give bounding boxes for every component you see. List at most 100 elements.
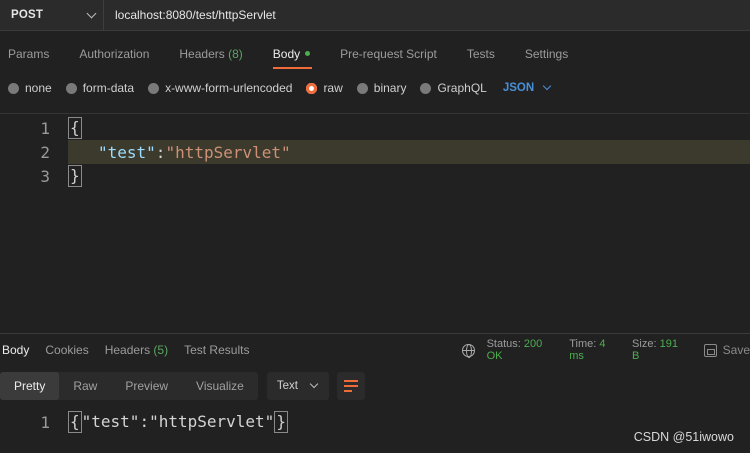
editor-line: 2 "test":"httpServlet" bbox=[0, 140, 750, 164]
code-text: {"test":"httpServlet"} bbox=[68, 411, 288, 433]
tab-label: Authorization bbox=[79, 47, 150, 61]
status-info[interactable]: Status: 200 OK bbox=[487, 338, 559, 362]
time-info[interactable]: Time: 4 ms bbox=[569, 338, 621, 362]
tab-label: Test Results bbox=[184, 343, 250, 357]
json-key: "test" bbox=[98, 142, 156, 162]
response-tabs: Body Cookies Headers (5) Test Results bbox=[0, 340, 263, 360]
view-preview-button[interactable]: Preview bbox=[111, 372, 182, 400]
radio-icon bbox=[420, 82, 432, 94]
method-select[interactable]: POST bbox=[0, 0, 104, 31]
response-tab-test-results[interactable]: Test Results bbox=[184, 343, 249, 357]
wrap-icon bbox=[343, 390, 352, 392]
radio-label: form-data bbox=[82, 81, 135, 95]
tab-headers[interactable]: Headers (8) bbox=[179, 38, 242, 70]
status-label: Status: bbox=[486, 338, 521, 350]
tab-label: Cookies bbox=[45, 343, 89, 357]
radio-none[interactable]: none bbox=[8, 81, 52, 95]
radio-raw[interactable]: raw bbox=[306, 81, 343, 95]
response-format-bar: Pretty Raw Preview Visualize Text bbox=[0, 372, 365, 400]
json-colon: : bbox=[155, 142, 166, 162]
json-colon: : bbox=[139, 412, 150, 431]
response-tab-body[interactable]: Body bbox=[2, 343, 29, 357]
tab-label: Params bbox=[8, 47, 50, 61]
view-visualize-button[interactable]: Visualize bbox=[182, 372, 258, 400]
headers-count: (5) bbox=[153, 343, 169, 357]
wrap-icon bbox=[343, 380, 358, 382]
response-divider bbox=[0, 333, 750, 334]
time-label: Time: bbox=[569, 338, 597, 350]
code-text: } bbox=[68, 165, 82, 187]
line-number: 1 bbox=[40, 118, 50, 138]
view-pretty-button[interactable]: Pretty bbox=[0, 372, 60, 400]
radio-form-data[interactable]: form-data bbox=[65, 81, 135, 95]
response-tab-headers[interactable]: Headers (5) bbox=[105, 343, 168, 357]
tab-label: Headers bbox=[179, 47, 225, 61]
format-label: JSON bbox=[502, 82, 535, 94]
url-bar: POST localhost:8080/test/httpServlet bbox=[0, 0, 750, 31]
code-text: "test":"httpServlet" bbox=[98, 143, 291, 162]
radio-icon bbox=[148, 82, 160, 94]
view-raw-button[interactable]: Raw bbox=[59, 372, 111, 400]
editor-line: 3 } bbox=[0, 164, 750, 188]
response-body[interactable]: 1 {"test":"httpServlet"} bbox=[0, 410, 400, 434]
format-select[interactable]: JSON bbox=[502, 81, 552, 94]
size-info[interactable]: Size: 191 B bbox=[632, 338, 686, 362]
response-type-label: Text bbox=[276, 380, 298, 392]
tab-settings[interactable]: Settings bbox=[525, 38, 568, 70]
method-label: POST bbox=[11, 9, 44, 21]
close-brace: } bbox=[68, 165, 82, 187]
tab-label: Headers bbox=[104, 343, 151, 357]
tab-tests[interactable]: Tests bbox=[467, 38, 495, 70]
json-value: "httpServlet" bbox=[149, 412, 275, 431]
editor-line: 1 { bbox=[0, 116, 750, 140]
request-tabs: Params Authorization Headers (8) Body Pr… bbox=[0, 38, 590, 70]
radio-label: GraphQL bbox=[437, 81, 487, 95]
globe-icon[interactable] bbox=[462, 343, 475, 358]
open-brace: { bbox=[68, 117, 82, 139]
radio-binary[interactable]: binary bbox=[356, 81, 407, 95]
radio-selected-icon bbox=[306, 82, 318, 94]
open-brace: { bbox=[68, 411, 82, 433]
tab-label: Body bbox=[272, 47, 301, 61]
tab-authorization[interactable]: Authorization bbox=[79, 38, 149, 70]
line-number: 1 bbox=[40, 412, 50, 432]
radio-x-www-form-urlencoded[interactable]: x-www-form-urlencoded bbox=[148, 81, 292, 95]
wrap-lines-button[interactable] bbox=[336, 372, 365, 400]
radio-icon bbox=[356, 82, 368, 94]
json-key: "test" bbox=[81, 412, 140, 431]
radio-graphql[interactable]: GraphQL bbox=[420, 81, 487, 95]
url-input[interactable]: localhost:8080/test/httpServlet bbox=[104, 8, 276, 22]
size-label: Size: bbox=[632, 338, 657, 350]
active-tab-underline bbox=[272, 67, 313, 69]
radio-label: raw bbox=[323, 81, 343, 95]
headers-count: (8) bbox=[228, 47, 243, 61]
chevron-down-icon bbox=[86, 8, 97, 18]
tab-label: Settings bbox=[524, 47, 569, 61]
radio-icon bbox=[65, 82, 77, 94]
radio-label: binary bbox=[373, 81, 407, 95]
line-number: 3 bbox=[40, 166, 50, 186]
radio-label: none bbox=[25, 81, 52, 95]
save-icon bbox=[704, 343, 717, 357]
tab-label: Tests bbox=[466, 47, 495, 61]
response-type-select[interactable]: Text bbox=[266, 372, 329, 400]
request-body-editor[interactable]: 1 { 2 "test":"httpServlet" 3 } bbox=[0, 113, 750, 327]
response-meta: Status: 200 OK Time: 4 ms Size: 191 B Sa… bbox=[462, 338, 750, 362]
response-tab-cookies[interactable]: Cookies bbox=[45, 343, 88, 357]
chevron-down-icon bbox=[309, 379, 319, 389]
watermark: CSDN @51iwowo bbox=[633, 430, 734, 444]
tab-body[interactable]: Body bbox=[272, 38, 313, 70]
code-text: { bbox=[68, 117, 82, 139]
body-indicator-dot bbox=[305, 51, 311, 56]
close-brace: } bbox=[274, 411, 288, 433]
tab-label: Pre-request Script bbox=[340, 47, 437, 61]
json-value: "httpServlet" bbox=[165, 142, 291, 162]
tab-pre-request-script[interactable]: Pre-request Script bbox=[340, 38, 437, 70]
tab-params[interactable]: Params bbox=[8, 38, 49, 70]
radio-label: x-www-form-urlencoded bbox=[165, 81, 293, 95]
radio-icon bbox=[8, 82, 19, 94]
chevron-down-icon bbox=[542, 81, 552, 91]
save-response-button[interactable]: Save bbox=[723, 343, 750, 357]
wrap-icon bbox=[343, 385, 358, 387]
tab-label: Body bbox=[2, 343, 30, 357]
